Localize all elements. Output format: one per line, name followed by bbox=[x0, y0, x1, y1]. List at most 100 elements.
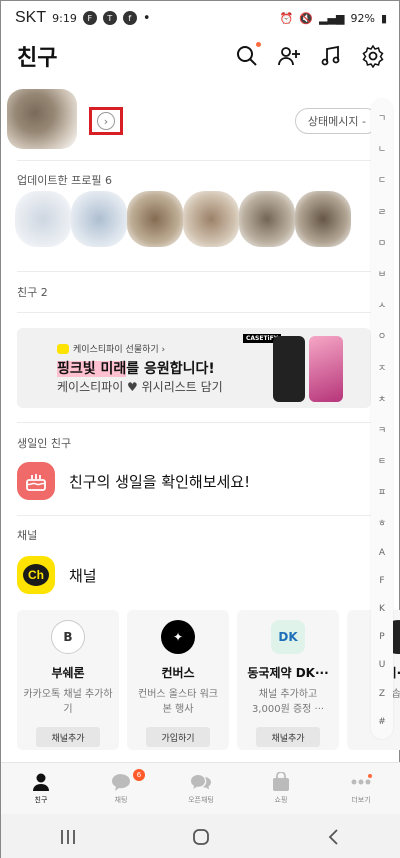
tab-label: 쇼핑 bbox=[274, 796, 288, 804]
more-dots-icon bbox=[351, 774, 372, 785]
index-letter[interactable]: ㅂ bbox=[378, 267, 386, 280]
ad-headline: 핑크빛 미래를 응원합니다! bbox=[57, 358, 215, 378]
channel-icon-text: Ch bbox=[23, 564, 49, 586]
profile-expand-highlight[interactable]: › bbox=[89, 107, 123, 135]
index-letter[interactable]: ㄹ bbox=[378, 205, 386, 218]
channel-card[interactable]: DK 동국제약 DK··· 채널 추가하고 3,000원 증정 ··· 채널추가 bbox=[237, 610, 339, 750]
status-message-button[interactable]: 상태메시지 - bbox=[294, 108, 379, 134]
updated-profile-avatar[interactable] bbox=[295, 191, 351, 247]
index-letter[interactable]: ㄴ bbox=[378, 142, 386, 155]
channel-title: 채널 bbox=[69, 566, 97, 585]
channel-logo: B bbox=[51, 620, 85, 654]
index-letter[interactable]: ㅌ bbox=[378, 454, 386, 467]
birthday-text: 친구의 생일을 확인해보세요! bbox=[69, 472, 251, 491]
add-friend-icon[interactable] bbox=[277, 44, 301, 68]
index-letter[interactable]: ㅊ bbox=[378, 392, 386, 405]
my-profile-avatar[interactable] bbox=[7, 89, 77, 149]
person-icon bbox=[33, 773, 49, 791]
channel-card-desc: 카카오톡 채널 추가하기 bbox=[23, 689, 113, 715]
bottom-tab-bar: 친구 6 채팅 오픈채팅 쇼핑 더보기 bbox=[1, 762, 400, 814]
updated-profiles-label: 업데이트한 프로필 6 bbox=[17, 174, 112, 187]
alarm-icon: ⏰ bbox=[279, 11, 294, 25]
index-scrollbar[interactable]: ㄱㄴㄷㄹㅁㅂㅅㅇㅈㅊㅋㅌㅍㅎ A F K P U Z # bbox=[371, 99, 393, 739]
ad-subtext: 케이스티파이 ♥ 위시리스트 담기 bbox=[57, 380, 223, 394]
channel-card-button[interactable]: 채널추가 bbox=[256, 727, 320, 747]
index-letter[interactable]: # bbox=[378, 717, 386, 727]
open-chat-icon bbox=[191, 775, 211, 790]
updated-profile-avatar[interactable] bbox=[183, 191, 239, 247]
channel-section-label: 채널 bbox=[17, 529, 38, 542]
index-letter[interactable]: ㅅ bbox=[378, 298, 386, 311]
updated-profiles-list[interactable] bbox=[15, 191, 351, 251]
channel-card-name: 컨버스 bbox=[161, 666, 195, 680]
index-letter[interactable]: ㄱ bbox=[378, 111, 386, 124]
channel-card-desc: 컨버스 올스타 워크 본 행사 bbox=[138, 689, 218, 715]
channel-card-button[interactable]: 채널추가 bbox=[36, 727, 100, 747]
shopping-bag-icon bbox=[273, 772, 289, 791]
index-letter[interactable]: ㄷ bbox=[378, 173, 386, 186]
back-icon[interactable] bbox=[324, 827, 344, 847]
phone-case-image bbox=[309, 336, 343, 402]
index-letter[interactable]: A bbox=[379, 548, 385, 558]
index-letter[interactable]: Z bbox=[379, 689, 385, 699]
birthday-section-label: 생일인 친구 bbox=[17, 437, 72, 450]
channel-card[interactable]: ✦ 컨버스 컨버스 올스타 워크 본 행사 가입하기 bbox=[127, 610, 229, 750]
updated-profile-avatar[interactable] bbox=[15, 191, 71, 247]
channel-card-name: 부쉐론 bbox=[51, 666, 85, 680]
home-icon[interactable] bbox=[191, 827, 211, 847]
talk-notification-icon: T bbox=[102, 11, 117, 25]
battery-icon: ▮ bbox=[380, 11, 387, 25]
recent-apps-icon[interactable] bbox=[58, 828, 78, 846]
channel-logo: DK bbox=[271, 620, 305, 654]
chat-bubble-icon bbox=[112, 774, 130, 791]
f-notification-icon: F bbox=[82, 11, 97, 25]
channel-card-desc: 채널 추가하고 3,000원 증정 ··· bbox=[251, 689, 325, 715]
channel-cards: B 부쉐론 카카오톡 채널 추가하기 채널추가 ✦ 컨버스 컨버스 올스타 워크… bbox=[17, 610, 400, 750]
birthday-row[interactable]: 친구의 생일을 확인해보세요! bbox=[17, 460, 371, 502]
facebook-icon: f bbox=[122, 11, 137, 25]
cake-icon bbox=[17, 462, 55, 500]
updated-profile-avatar[interactable] bbox=[71, 191, 127, 247]
kakao-talk-icon bbox=[57, 343, 69, 354]
index-letter[interactable]: F bbox=[379, 576, 384, 586]
channel-card[interactable]: B 부쉐론 카카오톡 채널 추가하기 채널추가 bbox=[17, 610, 119, 750]
ad-headline-rest: 를 응원합니다! bbox=[126, 361, 215, 377]
tab-friends[interactable]: 친구 bbox=[1, 763, 81, 814]
settings-gear-icon[interactable] bbox=[361, 44, 385, 69]
index-letter[interactable]: ㅎ bbox=[378, 516, 386, 529]
tab-open-chat[interactable]: 오픈채팅 bbox=[161, 763, 241, 814]
music-icon[interactable] bbox=[319, 44, 343, 68]
my-profile-row[interactable]: › 상태메시지 - bbox=[1, 85, 400, 157]
mute-icon: 🔇 bbox=[299, 11, 314, 25]
index-letter[interactable]: P bbox=[379, 632, 384, 642]
divider bbox=[17, 515, 371, 516]
index-letter[interactable]: ㅁ bbox=[378, 236, 386, 249]
index-letter[interactable]: K bbox=[379, 604, 385, 614]
updated-profile-avatar[interactable] bbox=[127, 191, 183, 247]
index-letter[interactable]: ㅈ bbox=[378, 361, 386, 374]
index-letter[interactable]: ㅋ bbox=[378, 423, 386, 436]
index-letter[interactable]: ㅍ bbox=[378, 485, 386, 498]
tab-more[interactable]: 더보기 bbox=[321, 763, 400, 814]
channel-row[interactable]: Ch 채널 bbox=[17, 554, 371, 596]
tab-label: 오픈채팅 bbox=[188, 796, 214, 804]
updated-profile-avatar[interactable] bbox=[239, 191, 295, 247]
divider bbox=[17, 160, 371, 161]
tab-label: 더보기 bbox=[351, 796, 371, 804]
clock: 9:19 bbox=[52, 11, 77, 25]
search-icon[interactable] bbox=[235, 42, 261, 68]
channel-icon: Ch bbox=[17, 556, 55, 594]
tab-label: 채팅 bbox=[114, 796, 128, 804]
tab-chats[interactable]: 6 채팅 bbox=[81, 763, 161, 814]
page-title: 친구 bbox=[17, 46, 58, 71]
index-letter[interactable]: ㅇ bbox=[378, 329, 386, 342]
chevron-right-icon[interactable]: › bbox=[97, 112, 115, 130]
ad-brand: 케이스티파이 선물하기 › bbox=[73, 345, 166, 355]
ad-banner[interactable]: 케이스티파이 선물하기 › 핑크빛 미래를 응원합니다! 케이스티파이 ♥ 위시… bbox=[17, 328, 371, 408]
divider bbox=[17, 312, 371, 313]
tab-shopping[interactable]: 쇼핑 bbox=[241, 763, 321, 814]
carrier-label: SKT bbox=[15, 9, 47, 26]
index-letter[interactable]: U bbox=[379, 660, 386, 670]
battery-level: 92% bbox=[350, 11, 375, 25]
channel-card-button[interactable]: 가입하기 bbox=[146, 727, 210, 747]
